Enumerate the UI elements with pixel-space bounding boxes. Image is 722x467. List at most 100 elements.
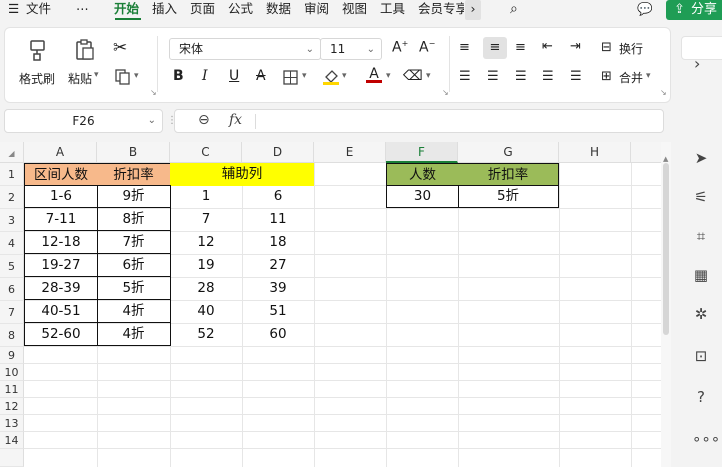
row-header[interactable]: 9	[0, 347, 24, 364]
cell-g2[interactable]: 5折	[458, 185, 559, 208]
row-header[interactable]: 14	[0, 432, 24, 449]
clipboard-launcher-icon[interactable]: ↘	[150, 88, 157, 97]
cell-b4[interactable]: 7折	[97, 231, 171, 254]
ribbon-scroll-right-icon[interactable]: ›	[694, 54, 700, 73]
menu-formula[interactable]: 公式	[228, 0, 253, 20]
menu-member[interactable]: 会员专享	[418, 0, 464, 20]
alignment-launcher-icon[interactable]: ↘	[660, 88, 667, 97]
book-search-icon[interactable]: ⊡	[692, 347, 710, 365]
cell-b7[interactable]: 4折	[97, 300, 171, 323]
crop-icon[interactable]: ⌗	[692, 227, 710, 245]
indent-increase-icon[interactable]: ⇥	[570, 39, 581, 54]
row-header[interactable]: 10	[0, 364, 24, 381]
wrap-text-icon[interactable]: ⊟	[601, 40, 612, 55]
cell-a2[interactable]: 1-6	[24, 185, 98, 208]
cell-c3[interactable]: 7	[170, 208, 242, 231]
scrollbar-thumb[interactable]	[663, 163, 669, 335]
more-icon[interactable]: ∘∘∘	[692, 430, 720, 448]
menu-icon[interactable]: ☰	[8, 0, 19, 20]
cell-b8[interactable]: 4折	[97, 323, 171, 346]
cell-c7[interactable]: 40	[170, 300, 242, 323]
cell-d2[interactable]: 6	[242, 185, 314, 208]
justify-icon[interactable]: ☰	[542, 69, 554, 84]
paste-icon[interactable]	[75, 39, 95, 61]
formula-bar[interactable]: ⊖ fx	[174, 109, 664, 133]
menu-home[interactable]: 开始	[114, 0, 139, 20]
cell-c4[interactable]: 12	[170, 231, 242, 254]
cell-c8[interactable]: 52	[170, 323, 242, 346]
share-button[interactable]: ⇪ 分享	[666, 0, 722, 20]
cell-d3[interactable]: 11	[242, 208, 314, 231]
cell-a6[interactable]: 28-39	[24, 277, 98, 300]
cell-b6[interactable]: 5折	[97, 277, 171, 300]
select-all-corner[interactable]: ◢	[0, 142, 24, 163]
border-icon[interactable]	[283, 70, 298, 85]
row-header[interactable]: 7	[0, 301, 24, 324]
copy-icon[interactable]	[115, 69, 131, 85]
align-left-icon[interactable]: ☰	[459, 69, 471, 84]
column-header-f[interactable]: F	[386, 142, 458, 163]
cell-b1[interactable]: 折扣率	[97, 163, 171, 186]
increase-font-icon[interactable]: A+	[392, 39, 408, 56]
row-header[interactable]: 2	[0, 186, 24, 209]
row-header[interactable]: 3	[0, 209, 24, 232]
cell-a8[interactable]: 52-60	[24, 323, 98, 346]
align-top-icon[interactable]: ≡	[459, 40, 470, 55]
menu-view[interactable]: 视图	[342, 0, 367, 20]
cell-d4[interactable]: 18	[242, 231, 314, 254]
menu-data[interactable]: 数据	[266, 0, 291, 20]
eraser-icon[interactable]: ⌫	[403, 68, 423, 84]
ribbon-overflow-box[interactable]	[681, 36, 722, 60]
chart-icon[interactable]: ▦	[692, 266, 710, 284]
cell-b5[interactable]: 6折	[97, 254, 171, 277]
cell-f1[interactable]: 人数	[386, 163, 459, 186]
row-header[interactable]: 1	[0, 163, 24, 186]
fx-icon[interactable]: fx	[229, 112, 242, 128]
zoom-icon[interactable]: ⊖	[198, 112, 210, 128]
cell-c6[interactable]: 28	[170, 277, 242, 300]
menu-more[interactable]: ⋯	[76, 0, 89, 20]
cell-a3[interactable]: 7-11	[24, 208, 98, 231]
decrease-font-icon[interactable]: A−	[419, 39, 435, 56]
align-center-icon[interactable]: ☰	[487, 69, 499, 84]
name-box[interactable]: F26 ⌄	[4, 109, 163, 133]
font-size-select[interactable]: 11 ⌄	[320, 38, 382, 60]
tools-icon[interactable]: ✲	[692, 305, 710, 323]
font-name-select[interactable]: 宋体 ⌄	[169, 38, 321, 60]
strikethrough-icon[interactable]: A	[256, 68, 266, 84]
column-header-g[interactable]: G	[458, 142, 559, 163]
font-launcher-icon[interactable]: ↘	[442, 88, 449, 97]
cell-d6[interactable]: 39	[242, 277, 314, 300]
cell-b3[interactable]: 8折	[97, 208, 171, 231]
row-header[interactable]: 5	[0, 255, 24, 278]
cursor-icon[interactable]: ➤	[692, 149, 710, 167]
cell-f2[interactable]: 30	[386, 185, 459, 208]
chat-icon[interactable]: 💬	[637, 0, 653, 20]
merge-dropdown-icon[interactable]: ▾	[646, 71, 651, 81]
clear-dropdown-icon[interactable]: ▾	[426, 71, 431, 81]
cell-a1[interactable]: 区间人数	[24, 163, 98, 186]
row-header[interactable]: 4	[0, 232, 24, 255]
paste-label[interactable]: 粘贴	[68, 70, 92, 87]
cell-b2[interactable]: 9折	[97, 185, 171, 208]
align-middle-icon[interactable]: ≡	[483, 37, 507, 59]
search-icon[interactable]: ⌕	[510, 0, 518, 20]
indent-decrease-icon[interactable]: ⇤	[542, 39, 553, 54]
cell-c5[interactable]: 19	[170, 254, 242, 277]
italic-icon[interactable]: I	[202, 68, 208, 84]
menu-tools[interactable]: 工具	[380, 0, 405, 20]
menu-file[interactable]: 文件	[26, 0, 51, 20]
cell-d5[interactable]: 27	[242, 254, 314, 277]
help-icon[interactable]: ?	[692, 388, 710, 406]
menu-page[interactable]: 页面	[190, 0, 215, 20]
underline-icon[interactable]: U	[229, 68, 239, 84]
cell-d7[interactable]: 51	[242, 300, 314, 323]
spreadsheet-grid[interactable]: ◢ A B C D E F G H 1 2 3 4 5 6 7 8 9 10 1…	[0, 142, 661, 467]
format-painter-icon[interactable]	[28, 39, 48, 61]
align-bottom-icon[interactable]: ≡	[515, 40, 526, 55]
row-header[interactable]: 6	[0, 278, 24, 301]
cell-a4[interactable]: 12-18	[24, 231, 98, 254]
row-header[interactable]: 12	[0, 398, 24, 415]
fill-dropdown-icon[interactable]: ▾	[342, 71, 347, 81]
column-header-c[interactable]: C	[170, 142, 242, 163]
